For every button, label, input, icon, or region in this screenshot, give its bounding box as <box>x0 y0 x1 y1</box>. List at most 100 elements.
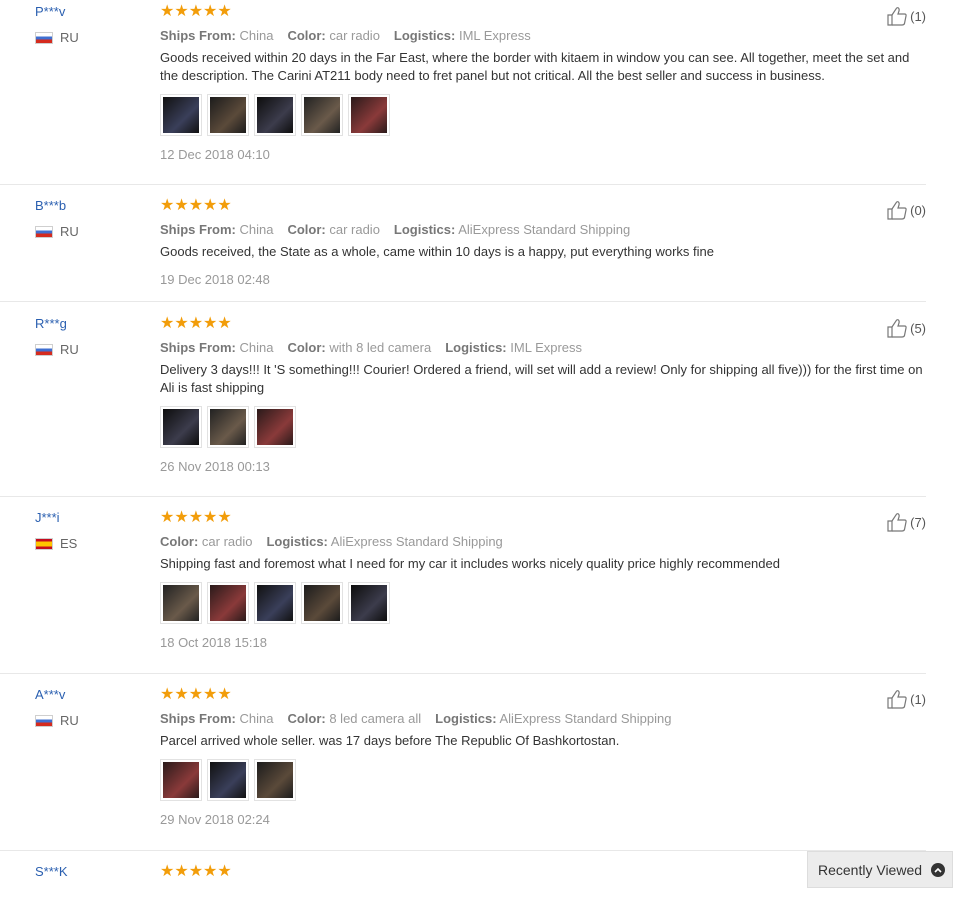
review-photo-thumbnail[interactable] <box>301 582 343 624</box>
color-value: car radio <box>329 222 380 237</box>
rating-stars: ★★★★★ <box>160 863 232 880</box>
logistics-value: IML Express <box>510 340 583 355</box>
color-label: Color: <box>287 28 326 43</box>
ships-from-value: China <box>239 340 274 355</box>
helpful-button[interactable]: (5) <box>886 318 926 338</box>
ru-flag-icon <box>35 225 53 238</box>
ships-from-value: China <box>239 711 274 726</box>
thumbs-up-icon <box>887 319 907 338</box>
review-date: 29 Nov 2018 02:24 <box>160 812 270 827</box>
reviewer-name[interactable]: R***g <box>35 316 145 334</box>
country-code: RU <box>60 342 79 357</box>
review-photo-thumbnail[interactable] <box>348 94 390 136</box>
review-text: Goods received, the State as a whole, ca… <box>160 244 715 259</box>
helpful-count: (0) <box>910 202 926 218</box>
logistics-label: Logistics: <box>445 340 507 355</box>
thumbs-up-icon <box>887 201 907 220</box>
review-photo-thumbnail[interactable] <box>348 582 390 624</box>
review-photo-thumbnail[interactable] <box>254 94 296 136</box>
review-item: S***K ★★★★★ <box>0 860 926 900</box>
reviewer-info: R***g RU <box>35 316 145 357</box>
order-info: Ships From: China Color: car radio Logisti… <box>160 222 860 237</box>
thumbs-up-icon <box>887 513 907 532</box>
rating-stars: ★★★★★ <box>160 686 232 703</box>
review-photo-thumbnail[interactable] <box>207 759 249 801</box>
review-content: ★★★★★ Ships From: China Color: car radio Lo… <box>160 197 860 288</box>
review-photo-thumbnail[interactable] <box>160 94 202 136</box>
reviewer-name[interactable]: J***i <box>35 510 145 528</box>
es-flag-icon <box>35 537 53 550</box>
review-photo-thumbnail[interactable] <box>160 582 202 624</box>
helpful-count: (5) <box>910 320 926 336</box>
review-item: J***i ES ★★★★★ Color: car radio Logistics: A… <box>0 506 926 674</box>
thumbs-up-icon <box>887 7 907 26</box>
country-code: RU <box>60 713 79 728</box>
ru-flag-icon <box>35 343 53 356</box>
color-label: Color: <box>160 534 199 549</box>
logistics-value: AliExpress Standard Shipping <box>499 711 672 726</box>
review-photo-thumbnail[interactable] <box>254 582 296 624</box>
reviewer-name[interactable]: P***v <box>35 4 145 22</box>
order-info: Ships From: China Color: car radio Logisti… <box>160 28 860 43</box>
color-value: car radio <box>329 28 380 43</box>
order-info: Ships From: China Color: 8 led camera all… <box>160 711 860 726</box>
review-photo-thumbnail[interactable] <box>254 759 296 801</box>
helpful-button[interactable]: (7) <box>886 512 926 532</box>
logistics-label: Logistics: <box>266 534 328 549</box>
reviewer-name[interactable]: A***v <box>35 687 145 705</box>
reviewer-name[interactable]: S***K <box>35 864 145 882</box>
ships-from-value: China <box>239 28 274 43</box>
review-text: Goods received within 20 days in the Far… <box>160 50 910 83</box>
thumbs-up-icon <box>887 690 907 709</box>
review-date: 19 Dec 2018 02:48 <box>160 272 270 287</box>
review-photo-thumbnail[interactable] <box>160 406 202 448</box>
review-item: R***g RU ★★★★★ Ships From: China Color: with… <box>0 312 926 497</box>
review-photo-thumbnail[interactable] <box>207 582 249 624</box>
recently-viewed-label: Recently Viewed <box>818 861 923 878</box>
ships-from-label: Ships From: <box>160 711 236 726</box>
ru-flag-icon <box>35 31 53 44</box>
ships-from-label: Ships From: <box>160 28 236 43</box>
reviewer-name[interactable]: B***b <box>35 198 145 216</box>
helpful-button[interactable]: (1) <box>886 6 926 26</box>
rating-stars: ★★★★★ <box>160 197 232 214</box>
rating-stars: ★★★★★ <box>160 3 232 20</box>
review-date: 26 Nov 2018 00:13 <box>160 459 270 474</box>
country-code: ES <box>60 536 78 551</box>
reviewer-country: RU <box>35 224 145 239</box>
review-content: ★★★★★ Color: car radio Logistics: AliExpre… <box>160 510 860 650</box>
review-photos <box>160 94 860 136</box>
color-label: Color: <box>287 222 326 237</box>
logistics-value: IML Express <box>458 28 531 43</box>
review-content: ★★★★★ Ships From: China Color: 8 led camer… <box>160 687 860 827</box>
order-info: Color: car radio Logistics: AliExpress St… <box>160 534 860 549</box>
review-item: A***v RU ★★★★★ Ships From: China Color: 8 le… <box>0 683 926 851</box>
reviewer-country: RU <box>35 30 145 45</box>
reviewer-info: B***b RU <box>35 198 145 239</box>
recently-viewed-button[interactable]: Recently Viewed <box>807 851 953 888</box>
review-photo-thumbnail[interactable] <box>160 759 202 801</box>
helpful-button[interactable]: (0) <box>886 200 926 220</box>
review-text: Shipping fast and foremost what I need f… <box>160 556 780 571</box>
rating-stars: ★★★★★ <box>160 315 232 332</box>
helpful-button[interactable]: (1) <box>886 689 926 709</box>
color-label: Color: <box>287 711 326 726</box>
review-photo-thumbnail[interactable] <box>301 94 343 136</box>
logistics-label: Logistics: <box>393 222 456 237</box>
review-text: Delivery 3 days!!! It 'S something!!! Co… <box>160 362 923 395</box>
review-date: 12 Dec 2018 04:10 <box>160 147 270 162</box>
rating-stars: ★★★★★ <box>160 509 232 526</box>
helpful-count: (1) <box>910 691 926 707</box>
helpful-count: (1) <box>910 8 926 24</box>
review-item: B***b RU ★★★★★ Ships From: China Color: car … <box>0 194 926 302</box>
review-photo-thumbnail[interactable] <box>254 406 296 448</box>
color-label: Color: <box>287 340 326 355</box>
review-photo-thumbnail[interactable] <box>207 406 249 448</box>
logistics-value: AliExpress Standard Shipping <box>330 534 503 549</box>
review-photo-thumbnail[interactable] <box>207 94 249 136</box>
reviewer-country: RU <box>35 713 145 728</box>
country-code: RU <box>60 224 79 239</box>
ru-flag-icon <box>35 714 53 727</box>
reviewer-info: J***i ES <box>35 510 145 551</box>
review-photos <box>160 759 860 801</box>
